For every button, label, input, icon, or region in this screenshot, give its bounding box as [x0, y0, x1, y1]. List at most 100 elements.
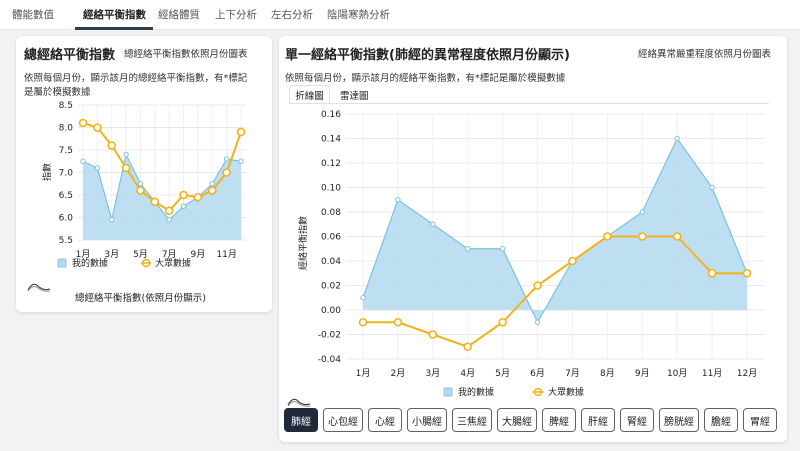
my-data-point — [639, 209, 645, 215]
right-card-title: 單一經絡平衡指數(肺經的異常程度依照月份顯示) — [285, 48, 570, 63]
meridian-button-liver[interactable]: 肝經 — [581, 408, 615, 432]
y-tick-label: 0.08 — [321, 208, 341, 218]
x-tick-label: 6月 — [530, 368, 545, 379]
crowd-data-point — [742, 268, 752, 278]
y-tick-label: 8.0 — [59, 124, 74, 134]
y-tick-label: 0.02 — [321, 282, 341, 292]
y-tick-label: 0.14 — [321, 135, 341, 145]
active-tab-indicator — [75, 27, 153, 30]
crowd-data-point — [568, 256, 577, 266]
meridian-button-large-intestine[interactable]: 大腸經 — [497, 408, 537, 432]
meridian-button-triple-burner[interactable]: 三焦經 — [452, 408, 492, 432]
y-tick-label: -0.02 — [318, 331, 341, 341]
my-data-point — [674, 135, 680, 142]
crowd-data-point — [78, 118, 88, 128]
meridian-button-spleen[interactable]: 脾經 — [542, 408, 576, 432]
x-tick-label: 7月 — [565, 368, 580, 379]
meridian-button-heart[interactable]: 心經 — [368, 408, 402, 432]
x-tick-label: 10月 — [667, 368, 687, 379]
crowd-data-point — [236, 127, 246, 137]
x-tick-label: 11月 — [216, 249, 236, 260]
tab-meridian-constitution[interactable]: 經絡體質 — [158, 7, 200, 22]
crowd-data-point — [207, 186, 217, 195]
my-data-legend-swatch — [57, 258, 67, 268]
chart-tab-divider — [289, 103, 769, 104]
my-data-area — [83, 154, 241, 240]
my-data-point — [709, 184, 715, 191]
area-chart-icon[interactable] — [27, 280, 51, 292]
right-card-description: 依照每個月份，顯示該月的經絡平衡指數，有*標記是屬於模擬數據 — [285, 73, 566, 84]
y-tick-label: 7.0 — [59, 169, 74, 179]
crowd-data-legend-label: 大眾數據 — [155, 257, 191, 269]
right-card-subtitle: 經絡異常嚴重程度依照月份圖表 — [638, 49, 772, 60]
my-data-point — [180, 203, 187, 209]
left-card-description-1: 依照每個月份，顯示該月的總經絡平衡指數，有*標記 — [24, 73, 248, 84]
tab-upper-lower[interactable]: 上下分析 — [215, 7, 257, 22]
crowd-data-point — [193, 192, 203, 202]
y-tick-label: 5.5 — [59, 236, 73, 246]
crowd-data-point — [358, 317, 368, 327]
y-tick-label: 0.04 — [321, 257, 341, 267]
chart-tab-radar[interactable]: 雷達圖 — [340, 88, 369, 102]
tab-left-right[interactable]: 左右分析 — [271, 7, 313, 22]
meridian-button-pericardium[interactable]: 心包經 — [323, 408, 363, 432]
my-data-point — [534, 319, 541, 325]
tab-yin-yang[interactable]: 陰陽寒熱分析 — [327, 7, 390, 22]
x-tick-label: 9月 — [635, 368, 650, 379]
y-axis-label: 指數 — [41, 163, 53, 181]
x-tick-label: 12月 — [737, 368, 757, 379]
y-tick-label: 0.10 — [321, 184, 341, 194]
x-tick-label: 3月 — [425, 368, 440, 379]
left-card-subtitle: 總經絡平衡指數依照月份圖表 — [124, 49, 248, 60]
meridian-button-lung[interactable]: 肺經 — [284, 408, 318, 432]
crowd-data-point — [533, 281, 542, 290]
my-data-point — [166, 217, 172, 223]
single-meridian-chart: 經絡平衡指數 -0.04 -0.02 0.00 0.02 0.04 0.06 0.08 0.1… — [297, 110, 764, 398]
x-tick-label: 9月 — [191, 249, 206, 260]
x-tick-label: 8月 — [600, 368, 615, 379]
my-data-point — [465, 246, 471, 252]
my-data-legend-label: 我的數據 — [458, 386, 494, 398]
y-tick-label: 0.12 — [321, 159, 341, 169]
y-tick-label: -0.04 — [318, 355, 342, 365]
my-data-point — [223, 156, 230, 162]
x-tick-label: 1月 — [356, 368, 371, 379]
my-data-point — [109, 217, 115, 223]
x-tick-label: 2月 — [391, 368, 406, 379]
chart-legend: 我的數據 大眾數據 — [443, 386, 584, 398]
meridian-button-small-intestine[interactable]: 小腸經 — [407, 408, 447, 432]
y-tick-label: 8.5 — [59, 101, 73, 111]
my-data-point — [499, 246, 506, 252]
my-data-point — [238, 158, 244, 164]
crowd-data-legend-label: 大眾數據 — [548, 386, 584, 398]
left-card-footer: 總經絡平衡指數(依照月份顯示) — [75, 293, 206, 304]
crowd-data-point — [107, 141, 117, 150]
area-chart-icon[interactable] — [287, 395, 311, 407]
y-tick-label: 7.5 — [59, 146, 73, 156]
chart-tab-line[interactable]: 折線圖 — [289, 85, 330, 104]
chart-legend: 我的數據 大眾數據 — [57, 257, 191, 269]
crowd-data-point — [463, 342, 473, 352]
my-data-point — [430, 221, 436, 227]
my-data-legend-label: 我的數據 — [72, 257, 108, 269]
meridian-button-kidney[interactable]: 腎經 — [620, 408, 654, 432]
my-data-point — [80, 158, 86, 164]
crowd-data-point — [603, 232, 612, 241]
total-balance-chart: 指數 5.56.06.57.07.58.08.51月 3月 5月 7月 9月 11月 我的… — [41, 101, 246, 269]
meridian-button-bladder[interactable]: 膀胱經 — [659, 408, 699, 432]
meridian-button-stomach[interactable]: 胃經 — [743, 408, 777, 432]
y-tick-label: 6.0 — [59, 214, 74, 224]
my-data-legend-swatch — [443, 387, 453, 397]
crowd-data-point — [179, 190, 188, 200]
x-tick-label: 11月 — [702, 368, 722, 379]
y-tick-label: 0.16 — [321, 110, 341, 120]
my-data-point — [123, 151, 129, 158]
crowd-data-point — [707, 268, 717, 278]
crowd-data-point — [637, 232, 647, 241]
meridian-button-gallbladder[interactable]: 膽經 — [704, 408, 738, 432]
tab-physical-values[interactable]: 體能數值 — [12, 7, 54, 22]
crowd-data-point — [428, 330, 438, 339]
x-tick-label: 5月 — [495, 368, 510, 379]
my-data-point — [94, 165, 101, 171]
tab-meridian-balance[interactable]: 經絡平衡指數 — [83, 7, 146, 22]
